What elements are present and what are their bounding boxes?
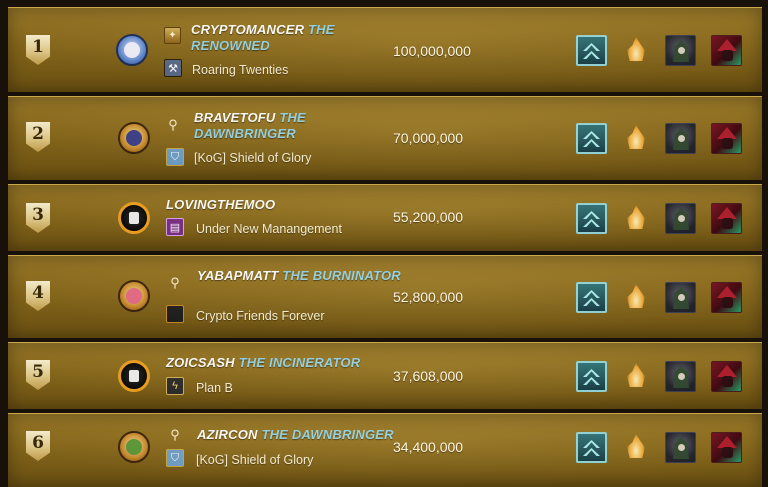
rank-number: 3: [32, 205, 44, 225]
score: 52,800,000: [393, 289, 464, 305]
card-group: [576, 361, 746, 393]
guild-name[interactable]: Under New Manangement: [196, 221, 342, 237]
guild-name[interactable]: [KoG] Shield of Glory: [194, 150, 311, 166]
shield-icon: ⛉: [166, 449, 184, 467]
monster-avatar-icon[interactable]: [118, 360, 150, 392]
red-hat-card-icon[interactable]: [711, 361, 742, 392]
dawnbringer-icon: ⚲: [168, 117, 178, 132]
score: 100,000,000: [393, 43, 471, 59]
player-name[interactable]: LOVINGTHEMOO: [166, 197, 371, 213]
card-group: [576, 432, 746, 464]
hooded-skull-card-icon[interactable]: [665, 432, 696, 463]
rank-badge: 6: [26, 431, 50, 461]
pink-avatar-icon[interactable]: [118, 280, 150, 312]
rank-number: 5: [32, 362, 44, 382]
shield-icon: ⛉: [166, 148, 184, 166]
player-name[interactable]: CRYPTOMANCER THE RENOWNED: [191, 22, 396, 54]
guild-name[interactable]: Roaring Twenties: [192, 62, 288, 78]
red-hat-card-icon[interactable]: [711, 35, 742, 66]
guild-name[interactable]: [KoG] Shield of Glory: [196, 452, 313, 468]
player-handle: ZOICSASH: [166, 355, 235, 370]
leaderboard-row[interactable]: 5 ZOICSASH THE INCINERATOR ϟ Plan B 37,6…: [8, 342, 762, 409]
rank-number: 2: [32, 124, 44, 144]
hooded-avatar-icon[interactable]: [118, 122, 150, 154]
card-group: [576, 35, 746, 67]
rank-badge: 4: [26, 281, 50, 311]
fire-splinter-card-icon[interactable]: [621, 361, 652, 392]
card-group: [576, 203, 746, 235]
score: 37,608,000: [393, 368, 464, 384]
league-chevron-card-icon[interactable]: [576, 123, 607, 154]
fire-splinter-card-icon[interactable]: [621, 432, 652, 463]
player-title: THE DAWNBRINGER: [261, 427, 394, 442]
rank-number: 6: [32, 433, 44, 453]
player-handle: CRYPTOMANCER: [191, 22, 305, 37]
card-group: [576, 282, 746, 314]
player-name[interactable]: AZIRCON THE DAWNBRINGER: [197, 427, 407, 443]
guild-name[interactable]: Crypto Friends Forever: [196, 308, 325, 324]
player-handle: YABAPMATT: [197, 268, 279, 283]
hooded-skull-card-icon[interactable]: [665, 282, 696, 313]
score: 55,200,000: [393, 209, 464, 225]
hooded-skull-card-icon[interactable]: [665, 35, 696, 66]
fire-splinter-card-icon[interactable]: [621, 282, 652, 313]
red-hat-card-icon[interactable]: [711, 282, 742, 313]
leaderboard-row[interactable]: 6 ⚲ AZIRCON THE DAWNBRINGER ⛉ [KoG] Shie…: [8, 413, 762, 487]
score: 34,400,000: [393, 439, 464, 455]
rank-badge: 2: [26, 122, 50, 152]
player-handle: AZIRCON: [197, 427, 258, 442]
hooded-skull-card-icon[interactable]: [665, 203, 696, 234]
red-hat-card-icon[interactable]: [711, 203, 742, 234]
player-handle: BRAVETOFU: [194, 110, 276, 125]
rank-badge: 3: [26, 203, 50, 233]
axe-banner-icon: ⚒: [164, 59, 182, 77]
league-chevron-card-icon[interactable]: [576, 203, 607, 234]
leaderboard-row[interactable]: 2 ⚲ BRAVETOFU THE DAWNBRINGER ⛉ [KoG] Sh…: [8, 96, 762, 180]
score: 70,000,000: [393, 130, 464, 146]
player-handle: LOVINGTHEMOO: [166, 197, 276, 212]
league-chevron-card-icon[interactable]: [576, 282, 607, 313]
rank-badge: 1: [26, 35, 50, 65]
monster-avatar-icon[interactable]: [118, 202, 150, 234]
hooded-skull-card-icon[interactable]: [665, 361, 696, 392]
leaderboard-row[interactable]: 3 LOVINGTHEMOO ▤ Under New Manangement 5…: [8, 184, 762, 251]
league-chevron-card-icon[interactable]: [576, 35, 607, 66]
leaderboard-row[interactable]: 4 ⚲ YABAPMATT THE BURNINATOR Crypto Frie…: [8, 255, 762, 338]
dawnbringer-icon: ⚲: [170, 427, 180, 442]
rank-number: 1: [32, 37, 44, 57]
red-hat-card-icon[interactable]: [711, 123, 742, 154]
league-chevron-card-icon[interactable]: [576, 361, 607, 392]
player-title: THE INCINERATOR: [238, 355, 361, 370]
green-avatar-icon[interactable]: [118, 431, 150, 463]
hooded-skull-card-icon[interactable]: [665, 123, 696, 154]
red-hat-card-icon[interactable]: [711, 432, 742, 463]
leaderboard: 1 ✦ CRYPTOMANCER THE RENOWNED ⚒ Roaring …: [0, 0, 768, 487]
wizard-avatar-icon[interactable]: [116, 34, 148, 66]
rank-badge: 5: [26, 360, 50, 390]
player-name[interactable]: ZOICSASH THE INCINERATOR: [166, 355, 371, 371]
player-name[interactable]: BRAVETOFU THE DAWNBRINGER: [194, 110, 399, 142]
rank-number: 4: [32, 283, 44, 303]
player-name[interactable]: YABAPMATT THE BURNINATOR: [197, 268, 402, 284]
fire-splinter-card-icon[interactable]: [621, 203, 652, 234]
fire-splinter-card-icon[interactable]: [621, 35, 652, 66]
league-chevron-card-icon[interactable]: [576, 432, 607, 463]
lightning-banner-icon: ϟ: [166, 377, 184, 395]
book-icon: ▤: [166, 218, 184, 236]
guild-name[interactable]: Plan B: [196, 380, 233, 396]
burninator-icon: ⚲: [170, 275, 180, 290]
card-group: [576, 123, 746, 155]
fire-splinter-card-icon[interactable]: [621, 123, 652, 154]
renowned-badge-icon: ✦: [164, 27, 181, 44]
dark-banner-icon: [166, 305, 184, 323]
player-title: THE BURNINATOR: [282, 268, 401, 283]
leaderboard-row[interactable]: 1 ✦ CRYPTOMANCER THE RENOWNED ⚒ Roaring …: [8, 7, 762, 92]
